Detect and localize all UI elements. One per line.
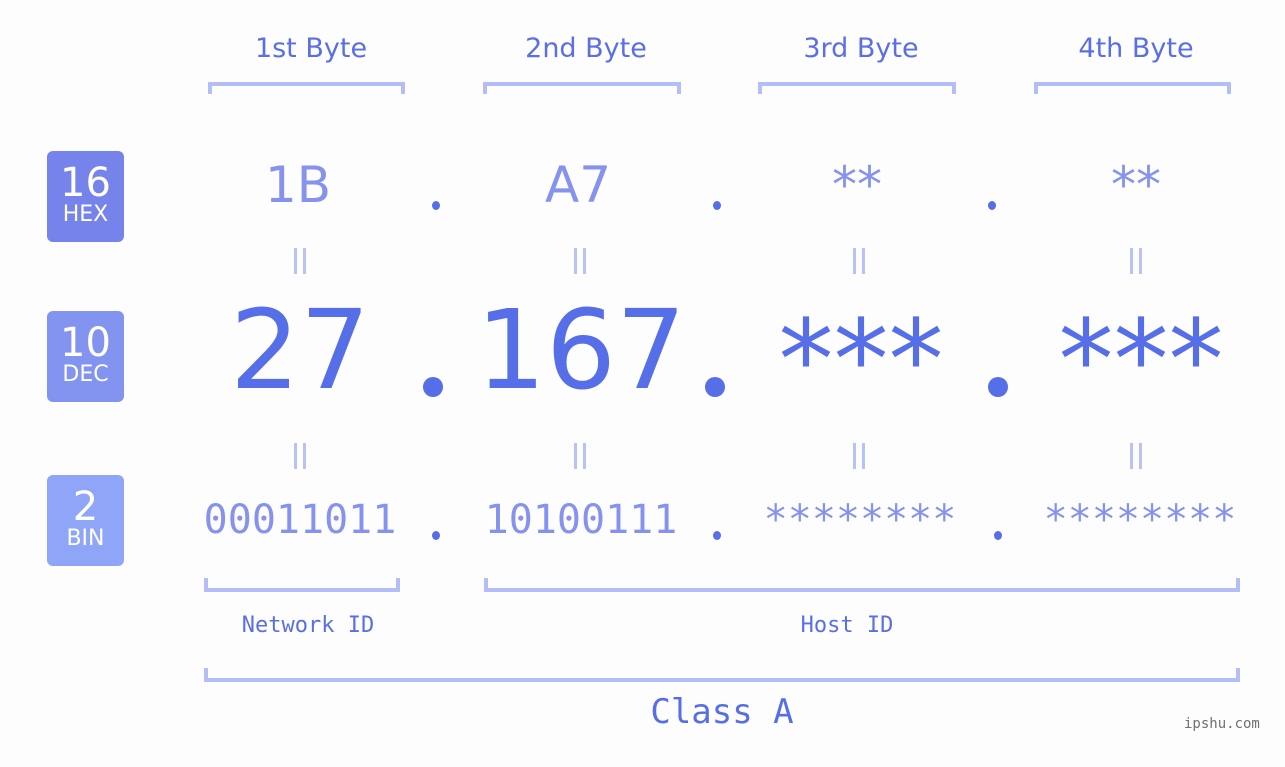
byte-header-2: 2nd Byte (525, 33, 647, 64)
byte-header-4: 4th Byte (1078, 33, 1194, 64)
dec-separator-dot (423, 377, 443, 397)
hex-separator-dot (432, 201, 440, 210)
dec-separator-dot (705, 377, 725, 397)
hex-separator-dot (988, 201, 996, 210)
equals-icon (1116, 442, 1156, 477)
byte-bracket-4 (1034, 82, 1231, 94)
equals-icon (280, 247, 320, 282)
hex-badge-label: HEX (62, 202, 109, 227)
hex-badge-number: 16 (60, 160, 111, 206)
class-bracket (204, 668, 1240, 682)
hex-byte-2: A7 (544, 156, 611, 214)
equals-icon (1116, 247, 1156, 282)
dec-byte-3: *** (778, 296, 944, 424)
bin-badge-label: BIN (66, 526, 105, 551)
byte-bracket-2 (483, 82, 681, 94)
dec-separator-dot (988, 377, 1008, 397)
bin-separator-dot (713, 531, 721, 540)
equals-icon (839, 247, 879, 282)
host-id-bracket (484, 578, 1240, 592)
bin-separator-dot (432, 531, 440, 540)
dec-byte-4: *** (1058, 296, 1224, 424)
dec-byte-1: 27 (230, 286, 370, 414)
hex-byte-3: ** (832, 156, 882, 214)
equals-icon (839, 442, 879, 477)
equals-icon (560, 442, 600, 477)
class-label: Class A (650, 692, 794, 732)
dec-byte-2: 167 (476, 286, 686, 414)
dec-badge-number: 10 (60, 320, 111, 366)
dec-badge-label: DEC (62, 362, 109, 387)
bin-badge: 2 BIN (47, 475, 124, 566)
byte-bracket-3 (758, 82, 956, 94)
byte-header-3: 3rd Byte (803, 33, 919, 64)
byte-header-1: 1st Byte (254, 33, 368, 64)
bin-byte-1: 00011011 (203, 497, 397, 543)
equals-icon (280, 442, 320, 477)
watermark: ipshu.com (1184, 716, 1260, 732)
bin-badge-number: 2 (72, 484, 99, 530)
byte-bracket-1 (208, 82, 405, 94)
hex-byte-4: ** (1111, 156, 1161, 214)
hex-byte-1: 1B (264, 156, 332, 214)
hex-badge: 16 HEX (47, 151, 124, 242)
bin-byte-3: ******** (763, 497, 957, 543)
host-id-label: Host ID (800, 613, 894, 638)
network-id-label: Network ID (241, 613, 375, 638)
equals-icon (560, 247, 600, 282)
bin-separator-dot (994, 531, 1002, 540)
bin-byte-4: ******** (1043, 497, 1237, 543)
dec-badge: 10 DEC (47, 311, 124, 402)
network-id-bracket (204, 578, 400, 592)
hex-separator-dot (713, 201, 721, 210)
bin-byte-2: 10100111 (484, 497, 678, 543)
